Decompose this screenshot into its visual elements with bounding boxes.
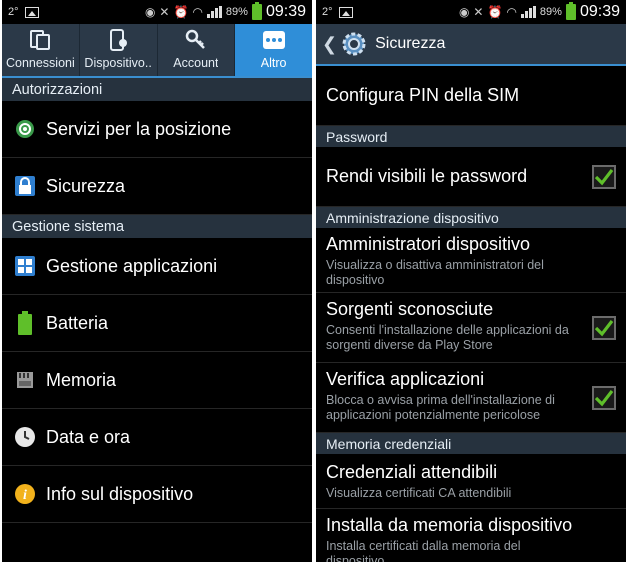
section-header-password: Password [316, 126, 626, 147]
item-label: Data e ora [46, 426, 131, 447]
wifi-icon: ◠ [506, 5, 517, 19]
list-item-amministratori-dispositivo[interactable]: Amministratori dispositivo Visualizza o … [316, 228, 626, 293]
list-item-info-dispositivo[interactable]: i Info sul dispositivo [2, 466, 312, 523]
svg-text:i: i [23, 488, 27, 503]
item-label: Info sul dispositivo [46, 483, 194, 504]
memory-card-icon [14, 369, 36, 391]
checkbox-visible-passwords[interactable] [592, 164, 616, 189]
connections-icon [28, 28, 52, 52]
tab-label: Dispositivo.. [84, 56, 152, 70]
gallery-notification-icon [24, 6, 39, 18]
section-header-gestione-sistema: Gestione sistema [2, 215, 312, 238]
settings-tab-bar: Connessioni Dispositivo.. Account Altro [2, 24, 312, 78]
section-header-amministrazione: Amministrazione dispositivo [316, 207, 626, 228]
list-item-memoria[interactable]: Memoria [2, 352, 312, 409]
tab-account[interactable]: Account [158, 24, 236, 76]
battery-status-icon [251, 2, 262, 20]
tab-dispositivo[interactable]: Dispositivo.. [80, 24, 158, 76]
eye-icon: ◉ [458, 5, 470, 19]
list-item-sorgenti-sconosciute[interactable]: Sorgenti sconosciute Consenti l'installa… [316, 293, 626, 363]
checkmark-icon [594, 168, 614, 185]
battery-status-icon [565, 2, 576, 20]
clock-time: 09:39 [265, 3, 306, 20]
back-chevron-icon[interactable]: ❮ [322, 34, 337, 55]
status-bar: 2° ◉ ✕ ⏰ ◠ 89% 09:39 [2, 0, 312, 24]
gallery-notification-icon [338, 6, 353, 18]
eye-icon: ◉ [144, 5, 156, 19]
list-item-batteria[interactable]: Batteria [2, 295, 312, 352]
tab-label: Altro [260, 56, 287, 70]
temperature-text: 2° [322, 6, 333, 18]
temperature-text: 2° [8, 6, 19, 18]
gear-icon [342, 32, 366, 56]
item-subtitle: Consenti l'installazione delle applicazi… [326, 323, 569, 352]
list-item-servizi-posizione[interactable]: Servizi per la posizione [2, 101, 312, 158]
clock-icon [14, 426, 36, 448]
item-subtitle: Visualizza o disattiva amministratori de… [326, 258, 544, 287]
tab-label: Connessioni [5, 56, 75, 70]
item-subtitle: Installa certificati dalla memoria del d… [326, 539, 521, 562]
item-label: Gestione applicazioni [46, 255, 218, 276]
item-title: Configura PIN della SIM [326, 85, 520, 105]
section-header-memoria-credenziali: Memoria credenziali [316, 433, 626, 454]
location-icon [14, 118, 36, 140]
list-item-configura-pin[interactable]: Configura PIN della SIM [316, 66, 626, 126]
list-item-sicurezza[interactable]: Sicurezza [2, 158, 312, 215]
mute-icon: ✕ [473, 5, 484, 19]
item-title: Sorgenti sconosciute [326, 299, 494, 319]
list-item-rendi-visibili-password[interactable]: Rendi visibili le password [316, 147, 626, 207]
status-bar: 2° ◉ ✕ ⏰ ◠ 89% 09:39 [316, 0, 626, 24]
clock-time: 09:39 [579, 3, 620, 20]
item-title: Installa da memoria dispositivo [326, 515, 573, 535]
item-label: Memoria [46, 369, 117, 390]
device-icon [106, 28, 130, 52]
section-header-autorizzazioni: Autorizzazioni [2, 78, 312, 101]
signal-icon [520, 6, 536, 18]
mute-icon: ✕ [159, 5, 170, 19]
item-title: Amministratori dispositivo [326, 234, 531, 254]
alarm-icon: ⏰ [173, 5, 189, 19]
page-title: Sicurezza [375, 35, 446, 52]
item-label: Sicurezza [46, 175, 126, 196]
more-dots-icon [262, 28, 286, 52]
apps-grid-icon [14, 255, 36, 277]
item-title: Credenziali attendibili [326, 462, 498, 482]
alarm-icon: ⏰ [487, 5, 503, 19]
signal-icon [206, 6, 222, 18]
settings-screen: 2° ◉ ✕ ⏰ ◠ 89% 09:39 Connessioni Disposi… [2, 0, 312, 562]
tab-label: Account [173, 56, 219, 70]
action-bar: ❮ Sicurezza [316, 24, 626, 66]
item-subtitle: Visualizza certificati CA attendibili [326, 486, 512, 500]
checkbox-verify-apps[interactable] [592, 385, 616, 410]
list-item-credenziali-attendibili[interactable]: Credenziali attendibili Visualizza certi… [316, 454, 626, 509]
lock-icon [14, 175, 36, 197]
list-item-installa-memoria[interactable]: Installa da memoria dispositivo Installa… [316, 509, 626, 562]
item-title: Rendi visibili le password [326, 166, 528, 186]
checkbox-unknown-sources[interactable] [592, 315, 616, 340]
wifi-icon: ◠ [192, 5, 203, 19]
info-icon: i [14, 483, 36, 505]
item-title: Verifica applicazioni [326, 369, 485, 389]
list-item-verifica-applicazioni[interactable]: Verifica applicazioni Blocca o avvisa pr… [316, 363, 626, 433]
checkmark-icon [594, 319, 614, 336]
battery-percent: 89% [225, 6, 248, 18]
tab-altro[interactable]: Altro [235, 24, 312, 76]
item-label: Servizi per la posizione [46, 118, 232, 139]
item-label: Batteria [46, 312, 109, 333]
key-icon [184, 28, 208, 52]
checkmark-icon [594, 389, 614, 406]
list-item-gestione-applicazioni[interactable]: Gestione applicazioni [2, 238, 312, 295]
security-screen: 2° ◉ ✕ ⏰ ◠ 89% 09:39 ❮ Sicurezza Configu… [316, 0, 626, 562]
item-subtitle: Blocca o avvisa prima dell'installazione… [326, 393, 555, 422]
list-item-data-ora[interactable]: Data e ora [2, 409, 312, 466]
battery-icon [14, 311, 36, 335]
battery-percent: 89% [539, 6, 562, 18]
tab-connessioni[interactable]: Connessioni [2, 24, 80, 76]
